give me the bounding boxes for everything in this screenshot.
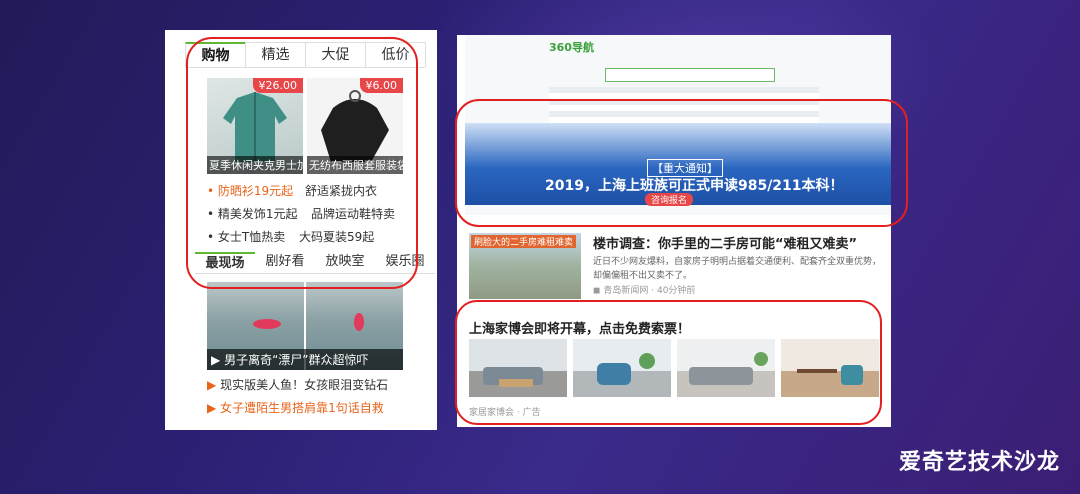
- play-icon: ▶: [207, 378, 217, 392]
- source-icon: ◼: [593, 286, 601, 296]
- search-bar: [605, 68, 775, 82]
- article-image-tag: 刷脸大的二手房难租难卖: [471, 235, 577, 248]
- news-title: 现实版美人鱼！女孩眼泪变钻石: [220, 378, 389, 392]
- play-icon: ▶: [211, 353, 221, 367]
- highlight-ring: [455, 99, 908, 227]
- news-title: 女子遭陌生男搭肩靠1句话自救: [220, 401, 384, 415]
- watermark: 爱奇艺技术沙龙: [898, 450, 1060, 475]
- article-time: 40分钟前: [656, 286, 696, 296]
- video-caption-text: 男子离奇“漂尸”群众超惊吓: [224, 353, 369, 367]
- article-title[interactable]: 楼市调查：你手里的二手房可能“难租又难卖”: [593, 233, 857, 252]
- news-item[interactable]: ▶ 女子遭陌生男搭肩靠1句话自救: [207, 399, 384, 416]
- site-logo: 360导航: [549, 41, 594, 54]
- article-meta: ◼ 青岛新闻网 · 40分钟前: [593, 286, 696, 296]
- highlight-ring: [455, 300, 882, 425]
- video-caption: ▶ 男子离奇“漂尸”群众超惊吓: [207, 349, 403, 370]
- highlight-ring: [186, 37, 418, 289]
- play-icon: ▶: [207, 401, 217, 415]
- news-item[interactable]: ▶ 现实版美人鱼！女孩眼泪变钻石: [207, 376, 388, 393]
- video-thumbnail[interactable]: ▶ 男子离奇“漂尸”群众超惊吓: [207, 282, 403, 370]
- article-summary: 近日不少网友爆料，自家房子明明占据着交通便利、配套齐全双重优势，却偏偏租不出又卖…: [593, 257, 882, 281]
- article-source: 青岛新闻网: [603, 286, 649, 296]
- article-thumbnail[interactable]: 刷脸大的二手房难租难卖: [469, 233, 581, 299]
